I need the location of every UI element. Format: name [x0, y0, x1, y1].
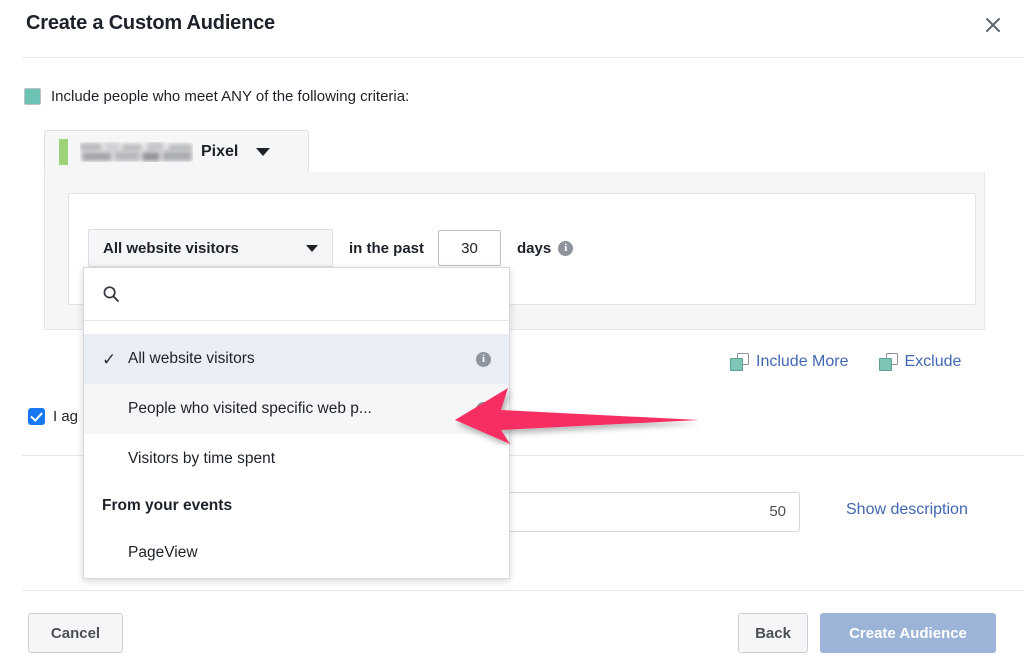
info-icon[interactable]: i — [476, 352, 491, 367]
dialog-header: Create a Custom Audience — [0, 0, 1024, 57]
check-icon: ✓ — [102, 351, 128, 368]
pixel-status-indicator — [59, 139, 68, 165]
dropdown-group-header: From your events — [84, 484, 509, 528]
dropdown-item-label: PageView — [128, 544, 491, 562]
dropdown-item-visitors-by-time-spent[interactable]: Visitors by time spent — [84, 434, 509, 484]
include-more-icon — [730, 353, 749, 371]
chevron-down-icon — [256, 148, 270, 156]
dropdown-item-label: All website visitors — [128, 350, 469, 368]
rule-type-dropdown[interactable]: All website visitors — [88, 229, 333, 267]
include-more-button[interactable]: Include More — [730, 353, 849, 371]
info-icon[interactable]: i — [476, 402, 491, 417]
character-counter: 50 — [769, 503, 786, 520]
dropdown-item-all-website-visitors[interactable]: ✓ All website visitors i — [84, 334, 509, 384]
page-title: Create a Custom Audience — [26, 12, 275, 35]
dropdown-search-row[interactable] — [84, 268, 509, 321]
agreement-label: I ag — [53, 408, 78, 425]
create-audience-button[interactable]: Create Audience — [820, 613, 996, 653]
pixel-name-redacted — [80, 142, 193, 162]
exclude-button[interactable]: Exclude — [879, 353, 962, 371]
exclude-label: Exclude — [905, 353, 962, 371]
dropdown-item-label: Visitors by time spent — [128, 450, 491, 468]
cancel-button[interactable]: Cancel — [28, 613, 123, 653]
in-the-past-label: in the past — [349, 240, 424, 257]
rule-type-dropdown-menu: ✓ All website visitors i People who visi… — [83, 267, 510, 579]
footer-divider — [22, 590, 1024, 591]
days-label: days — [517, 240, 551, 257]
dropdown-search-input[interactable] — [130, 285, 470, 304]
include-criteria-row: Include people who meet ANY of the follo… — [24, 84, 409, 108]
dropdown-item-people-who-visited-specific-web-pages[interactable]: People who visited specific web p... i — [84, 384, 509, 434]
close-icon[interactable] — [978, 10, 1008, 40]
info-icon[interactable]: i — [558, 241, 573, 256]
rule-type-label: All website visitors — [103, 240, 239, 257]
retention-days-input[interactable] — [438, 230, 501, 266]
back-button[interactable]: Back — [738, 613, 808, 653]
include-swatch-icon — [24, 88, 41, 105]
dropdown-item-pageview[interactable]: PageView — [84, 528, 509, 578]
rule-row: All website visitors in the past days i — [88, 229, 573, 267]
agreement-row: I ag — [28, 408, 78, 425]
dropdown-item-label: People who visited specific web p... — [128, 400, 469, 418]
exclude-icon — [879, 353, 898, 371]
show-description-link[interactable]: Show description — [846, 501, 968, 519]
agreement-checkbox[interactable] — [28, 408, 45, 425]
chevron-down-icon — [306, 245, 318, 252]
include-more-label: Include More — [756, 353, 849, 371]
search-icon — [102, 285, 120, 303]
pixel-source-dropdown[interactable]: Pixel — [44, 130, 309, 173]
audience-name-input[interactable]: 50 — [508, 492, 800, 532]
criteria-actions: Include More Exclude — [730, 353, 961, 371]
pixel-source-label: Pixel — [201, 143, 238, 161]
create-custom-audience-dialog: Create a Custom Audience Include people … — [0, 0, 1024, 669]
header-divider — [22, 57, 1024, 58]
include-criteria-label: Include people who meet ANY of the follo… — [51, 88, 409, 105]
dropdown-spacer — [84, 321, 509, 334]
